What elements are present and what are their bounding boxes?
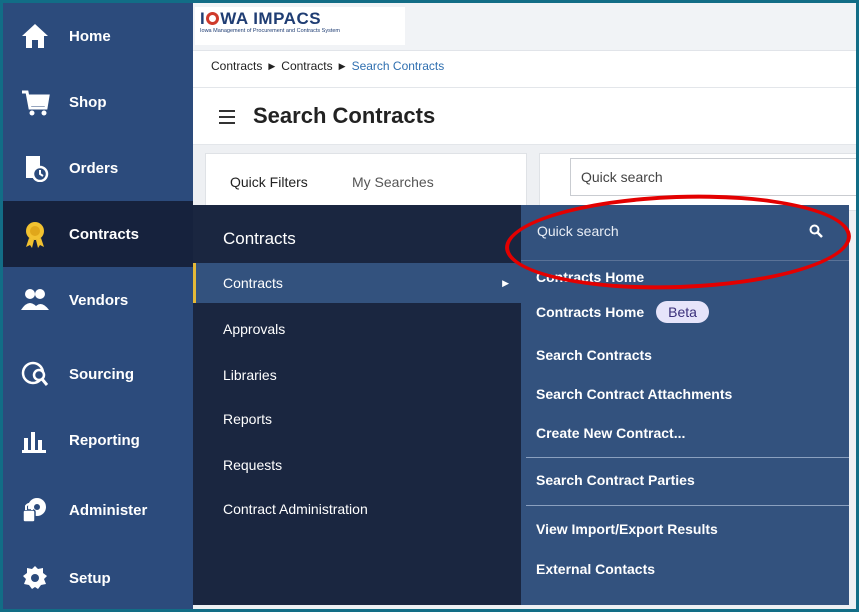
iowa-impacs-logo[interactable]: I WA IMPACS Iowa Management of Procuremen…: [195, 7, 405, 45]
menu-item-label: Requests: [223, 457, 283, 473]
page-title: Search Contracts: [253, 103, 436, 128]
nav-label: Vendors: [69, 291, 129, 309]
submenu-item-external-contacts[interactable]: External Contacts: [536, 561, 655, 577]
nav-label: Contracts: [69, 225, 140, 243]
menu-item-label: Approvals: [223, 321, 286, 337]
nav-label: Home: [69, 27, 111, 45]
submenu-item-label: Contracts Home: [536, 304, 645, 320]
tab-quick-filters[interactable]: Quick Filters: [230, 174, 308, 190]
nav-item-home[interactable]: Home: [3, 3, 193, 69]
gear-icon: [13, 564, 57, 592]
nav-item-sourcing[interactable]: Sourcing: [3, 341, 193, 407]
nav-label: Shop: [69, 93, 107, 111]
breadcrumb-separator-icon: ▶: [268, 60, 276, 71]
nav-label: Sourcing: [69, 365, 135, 383]
nav-item-setup[interactable]: Setup: [3, 545, 193, 611]
submenu-item-contracts-home[interactable]: Contracts Home: [536, 269, 644, 285]
menu-item-contracts[interactable]: Contracts ▶: [193, 263, 521, 303]
hamburger-menu-icon[interactable]: [219, 110, 235, 128]
flyout-title: Contracts: [223, 229, 296, 248]
submenu-item-search-contracts[interactable]: Search Contracts: [536, 347, 652, 363]
sourcing-icon: [13, 360, 57, 388]
nav-label: Administer: [69, 501, 148, 519]
home-icon: [13, 22, 57, 50]
menu-item-libraries[interactable]: Libraries: [193, 355, 521, 395]
submenu-quick-search: [521, 205, 849, 261]
award-icon: [13, 220, 57, 248]
breadcrumb-current[interactable]: Search Contracts: [352, 59, 445, 73]
nav-item-reporting[interactable]: Reporting: [3, 407, 193, 473]
submenu-item-contracts-home-beta[interactable]: Contracts Home Beta: [536, 301, 709, 323]
title-bar: Search Contracts: [193, 87, 856, 145]
nav-label: Reporting: [69, 431, 140, 449]
nav-item-vendors[interactable]: Vendors: [3, 267, 193, 333]
filter-tabs-panel: Quick Filters My Searches: [205, 153, 527, 211]
logo-title: I WA IMPACS: [200, 9, 322, 28]
submenu-item-search-contract-parties[interactable]: Search Contract Parties: [536, 472, 695, 488]
menu-item-label: Reports: [223, 411, 273, 427]
menu-item-requests[interactable]: Requests: [193, 445, 521, 485]
menu-item-reports[interactable]: Reports: [193, 399, 521, 439]
page-search-input[interactable]: [570, 158, 856, 196]
submenu-item-view-import-export-results[interactable]: View Import/Export Results: [536, 521, 718, 537]
submenu-search-input[interactable]: [537, 217, 807, 245]
left-nav: Home Shop Orders Contracts Vendors Sourc…: [3, 3, 193, 609]
menu-item-label: Contract Administration: [223, 501, 368, 517]
nav-label: Setup: [69, 569, 111, 587]
menu-item-label: Libraries: [223, 367, 277, 383]
breadcrumb-separator-icon: ▶: [338, 60, 346, 71]
search-panel: [539, 153, 856, 211]
tab-my-searches[interactable]: My Searches: [352, 174, 434, 190]
beta-badge: Beta: [656, 301, 709, 323]
nav-item-contracts[interactable]: Contracts: [3, 201, 193, 267]
menu-item-approvals[interactable]: Approvals: [193, 309, 521, 349]
contracts-flyout-menu: Contracts Contracts ▶ Approvals Librarie…: [193, 205, 521, 605]
orders-icon: [13, 154, 57, 182]
cart-icon: [13, 88, 57, 116]
brand-bar: I WA IMPACS Iowa Management of Procuremen…: [193, 3, 856, 51]
menu-item-label: Contracts: [223, 275, 283, 291]
search-icon[interactable]: [809, 224, 823, 243]
nav-item-shop[interactable]: Shop: [3, 69, 193, 135]
nav-item-orders[interactable]: Orders: [3, 135, 193, 201]
logo-subtitle: Iowa Management of Procurement and Contr…: [200, 28, 341, 34]
nav-item-administer[interactable]: Administer: [3, 477, 193, 543]
breadcrumb: Contracts ▶ Contracts ▶ Search Contracts: [211, 59, 444, 73]
menu-item-contract-administration[interactable]: Contract Administration: [193, 489, 521, 529]
submenu-item-create-new-contract[interactable]: Create New Contract...: [536, 425, 685, 441]
breadcrumb-item[interactable]: Contracts: [281, 59, 332, 73]
submenu-item-search-contract-attachments[interactable]: Search Contract Attachments: [536, 386, 732, 402]
breadcrumb-item[interactable]: Contracts: [211, 59, 262, 73]
vendors-icon: [13, 286, 57, 314]
nav-label: Orders: [69, 159, 119, 177]
contracts-submenu: Contracts Home Contracts Home Beta Search…: [521, 205, 849, 605]
chart-icon: [13, 426, 57, 454]
submenu-divider: [526, 505, 849, 506]
caret-right-icon: ▶: [502, 277, 509, 288]
admin-icon: [13, 496, 57, 524]
submenu-divider: [526, 457, 849, 458]
